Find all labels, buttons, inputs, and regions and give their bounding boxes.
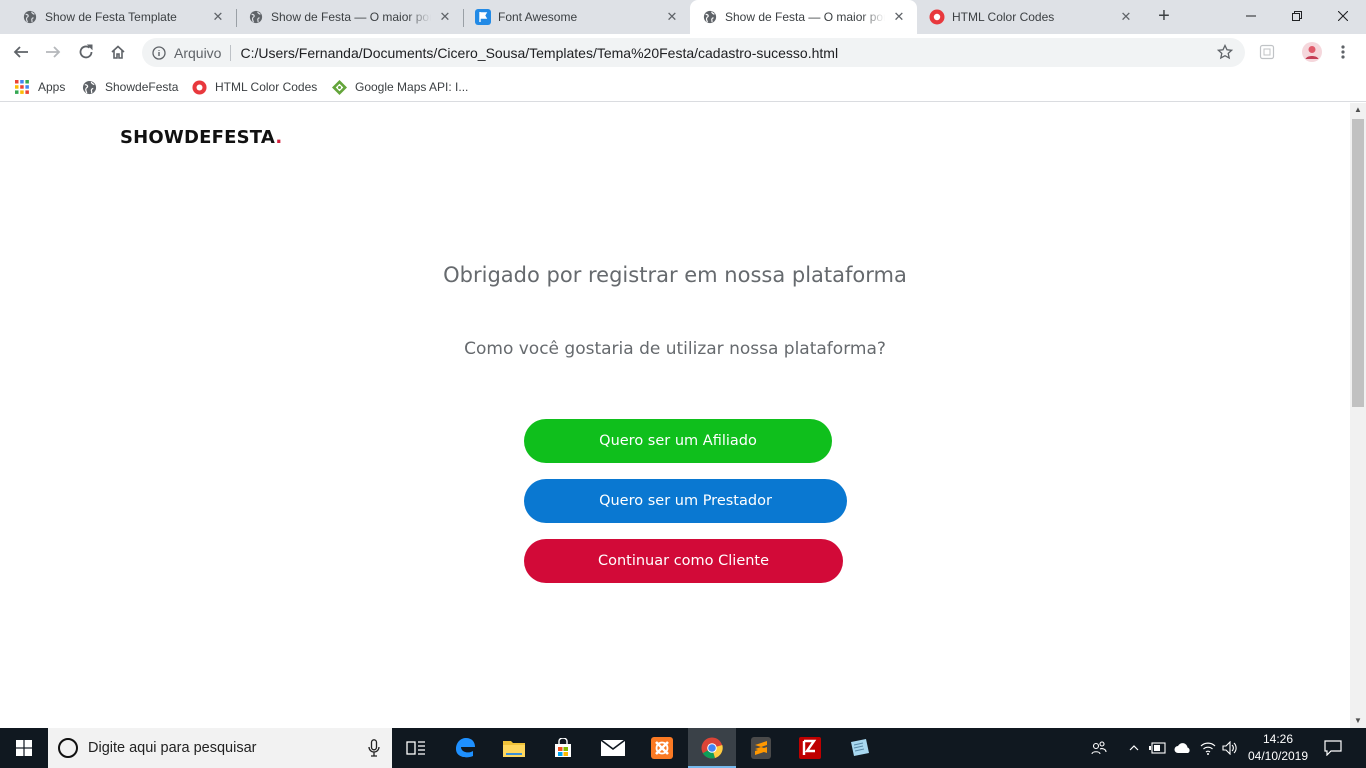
tab-show-de-festa-template[interactable]: Show de Festa Template ✕: [0, 0, 236, 34]
google-maps-icon: [331, 79, 347, 95]
browser-toolbar: Arquivo C:/Users/Fernanda/Documents/Cice…: [0, 34, 1366, 71]
mail-icon[interactable]: [589, 728, 637, 768]
windows-start-button[interactable]: [0, 728, 48, 768]
profile-avatar[interactable]: [1301, 41, 1323, 63]
chrome-icon[interactable]: [688, 728, 736, 768]
microphone-icon[interactable]: [368, 739, 380, 761]
onedrive-cloud-icon[interactable]: [1172, 728, 1194, 768]
close-window-button[interactable]: [1320, 0, 1366, 32]
tab-show-de-festa-portal[interactable]: Show de Festa — O maior portal de festas…: [236, 0, 463, 34]
tab-font-awesome[interactable]: Font Awesome ✕: [463, 0, 690, 34]
omnibox-divider: [230, 44, 232, 61]
volume-icon[interactable]: [1220, 728, 1240, 768]
back-button[interactable]: [8, 39, 34, 65]
bookmark-apps[interactable]: Apps: [14, 77, 65, 97]
show-hidden-icons-chevron-icon[interactable]: [1126, 728, 1142, 768]
restore-button[interactable]: [1274, 0, 1320, 32]
notes-app-icon[interactable]: [835, 728, 883, 768]
sublime-text-icon[interactable]: [737, 728, 785, 768]
cortana-icon: [58, 738, 78, 758]
info-icon[interactable]: [152, 45, 166, 60]
scrollbar-thumb[interactable]: [1352, 119, 1364, 407]
bookmark-label: HTML Color Codes: [215, 80, 318, 94]
afiliado-button[interactable]: Quero ser um Afiliado: [524, 419, 832, 463]
apps-grid-icon: [14, 79, 30, 95]
bookmark-label: ShowdeFesta: [105, 80, 179, 94]
url-text[interactable]: C:/Users/Fernanda/Documents/Cicero_Sousa…: [240, 45, 838, 61]
close-tab-icon[interactable]: ✕: [437, 9, 453, 25]
page-viewport: SHOWDEFESTA. Obrigado por registrar em n…: [0, 103, 1350, 728]
bookmark-showdefesta[interactable]: ShowdeFesta: [81, 77, 178, 97]
tab-title: Font Awesome: [498, 10, 578, 24]
htmlcolorcodes-icon: [929, 9, 945, 25]
wifi-icon[interactable]: [1198, 728, 1218, 768]
file-explorer-icon[interactable]: [490, 728, 538, 768]
bookmark-google-maps-api[interactable]: Google Maps API: I...: [331, 77, 468, 97]
logo-dot: .: [275, 127, 283, 148]
tab-title: Show de Festa — O maior portal de festas: [271, 10, 431, 24]
clock-time: 14:26: [1262, 732, 1294, 746]
new-tab-button[interactable]: +: [1152, 6, 1176, 28]
tab-strip: Show de Festa Template ✕ Show de Festa —…: [0, 0, 1366, 34]
clock-date: 04/10/2019: [1247, 749, 1309, 763]
tab-html-color-codes[interactable]: HTML Color Codes ✕: [917, 0, 1144, 34]
scroll-up-arrow-icon[interactable]: ▲: [1350, 103, 1366, 117]
task-view-icon[interactable]: [392, 728, 440, 768]
tab-show-de-festa-active[interactable]: Show de Festa — O maior portal de festas…: [690, 0, 917, 34]
battery-icon[interactable]: [1148, 728, 1168, 768]
bookmark-star-icon[interactable]: [1216, 43, 1234, 63]
reload-button[interactable]: [73, 39, 99, 65]
page-scrollbar[interactable]: ▲ ▼: [1350, 103, 1366, 728]
windows-taskbar: Digite aqui para pesquisar 14:26 04/10/2…: [0, 728, 1366, 768]
home-button[interactable]: [105, 39, 131, 65]
bookmark-html-color-codes[interactable]: HTML Color Codes: [191, 77, 317, 97]
filezilla-icon[interactable]: [786, 728, 834, 768]
address-bar[interactable]: Arquivo C:/Users/Fernanda/Documents/Cice…: [142, 38, 1245, 67]
action-center-icon[interactable]: [1318, 728, 1348, 768]
close-tab-icon[interactable]: ✕: [1118, 9, 1134, 25]
page-title: Obrigado por registrar em nossa platafor…: [443, 263, 907, 287]
globe-icon: [702, 9, 718, 25]
taskbar-search-box[interactable]: Digite aqui para pesquisar: [48, 728, 392, 768]
bookmark-label: Apps: [38, 80, 66, 94]
globe-icon: [22, 9, 38, 25]
tab-title: Show de Festa Template: [45, 10, 177, 24]
microsoft-store-icon[interactable]: [539, 728, 587, 768]
edge-browser-icon[interactable]: [441, 728, 489, 768]
menu-dots-icon[interactable]: [1332, 41, 1354, 63]
globe-icon: [81, 79, 97, 95]
close-tab-icon[interactable]: ✕: [891, 9, 907, 25]
prestador-button[interactable]: Quero ser um Prestador: [524, 479, 847, 523]
xampp-icon[interactable]: [638, 728, 686, 768]
people-icon[interactable]: [1088, 728, 1110, 768]
globe-icon: [248, 9, 264, 25]
scroll-down-arrow-icon[interactable]: ▼: [1350, 714, 1366, 728]
bookmarks-bar: Apps ShowdeFesta HTML Color Codes Google…: [0, 71, 1366, 102]
continue-as-client-button[interactable]: Continuar como Cliente: [524, 539, 843, 583]
close-tab-icon[interactable]: ✕: [664, 9, 680, 25]
extension-icon[interactable]: [1256, 41, 1278, 63]
scheme-label: Arquivo: [174, 44, 222, 61]
bookmark-label: Google Maps API: I...: [355, 80, 469, 94]
site-logo[interactable]: SHOWDEFESTA.: [120, 127, 282, 148]
forward-button[interactable]: [40, 39, 66, 65]
search-placeholder: Digite aqui para pesquisar: [88, 740, 257, 756]
close-tab-icon[interactable]: ✕: [210, 9, 226, 25]
tab-title: HTML Color Codes: [952, 10, 1055, 24]
page-subtitle: Como você gostaria de utilizar nossa pla…: [464, 339, 886, 359]
taskbar-clock[interactable]: 14:26 04/10/2019: [1240, 731, 1316, 765]
htmlcolorcodes-icon: [191, 79, 207, 95]
font-awesome-flag-icon: [475, 9, 491, 25]
logo-text: SHOWDEFESTA: [120, 127, 276, 148]
minimize-button[interactable]: [1228, 0, 1274, 32]
tab-title: Show de Festa — O maior portal de festas: [725, 10, 885, 24]
